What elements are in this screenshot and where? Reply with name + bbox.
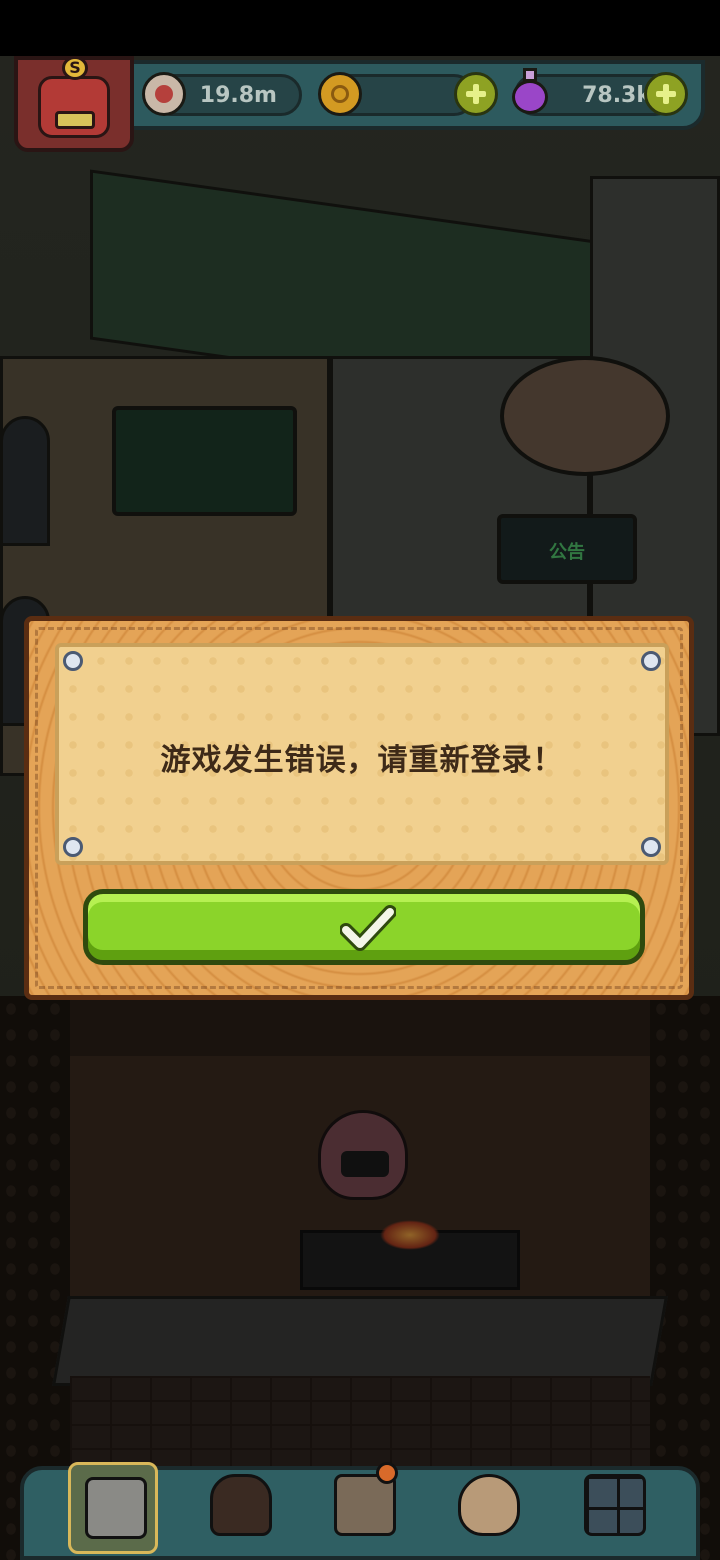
rivet [63, 837, 83, 857]
grid-icon [584, 1474, 646, 1536]
building-icon [85, 1477, 147, 1539]
nav-grid[interactable] [570, 1462, 660, 1554]
nav-bag[interactable] [444, 1462, 534, 1554]
eyeball-value: 19.8m [199, 83, 277, 108]
error-message: 游戏发生错误，请重新登录！ [160, 743, 564, 778]
rank-letter: S [62, 56, 88, 80]
eyeball-icon [142, 72, 186, 116]
error-dialog: 游戏发生错误，请重新登录！ [24, 616, 694, 1000]
notification-dot [376, 1462, 398, 1484]
add-potion-button[interactable] [644, 72, 688, 116]
checkmark-icon [340, 905, 396, 951]
potion-icon [510, 68, 550, 116]
nav-building[interactable] [68, 1462, 158, 1554]
player-rank-badge[interactable]: S [14, 56, 134, 152]
nav-monster[interactable] [196, 1462, 286, 1554]
potion-value: 78.3k [582, 83, 651, 108]
nav-book[interactable] [320, 1462, 410, 1554]
resource-bar: 19.8m 78.3k [110, 60, 705, 130]
monster-avatar-icon [38, 76, 110, 138]
rivet [63, 651, 83, 671]
status-bar [0, 0, 720, 56]
message-panel: 游戏发生错误，请重新登录！ [55, 643, 669, 865]
bottom-nav [20, 1462, 700, 1560]
coin-icon [318, 72, 362, 116]
money-bag-icon [458, 1474, 520, 1536]
add-coins-button[interactable] [454, 72, 498, 116]
top-hud: 19.8m 78.3k S [0, 56, 720, 152]
monster-icon [210, 1474, 272, 1536]
rivet [641, 651, 661, 671]
confirm-button[interactable] [83, 889, 645, 965]
rivet [641, 837, 661, 857]
